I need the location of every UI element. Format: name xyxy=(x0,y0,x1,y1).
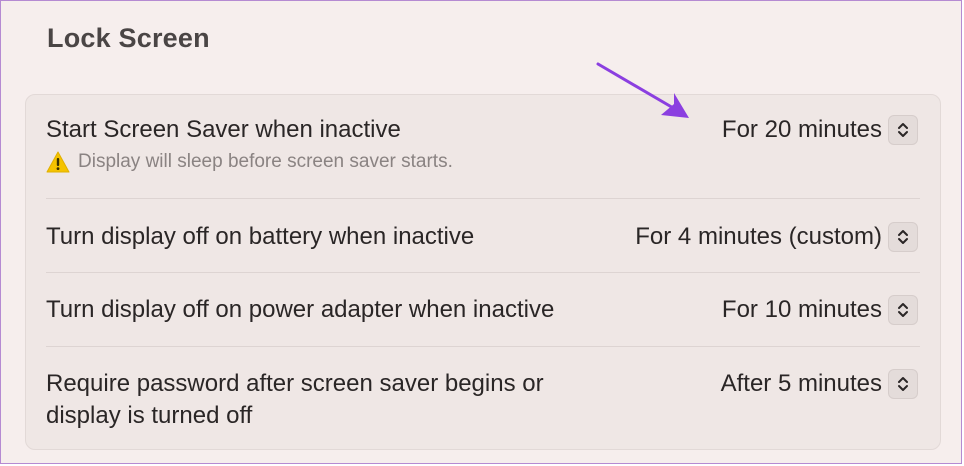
up-down-chevron-icon[interactable] xyxy=(888,115,918,145)
battery-value: For 4 minutes (custom) xyxy=(635,223,882,250)
screen-saver-label: Start Screen Saver when inactive xyxy=(46,116,401,143)
screen-saver-popup[interactable]: For 20 minutes xyxy=(722,115,918,145)
power-adapter-value: For 10 minutes xyxy=(721,296,882,323)
warning-text: Display will sleep before screen saver s… xyxy=(78,151,453,172)
row-screen-saver: Start Screen Saver when inactive Display… xyxy=(26,95,940,199)
row-battery: Turn display off on battery when inactiv… xyxy=(26,199,940,272)
settings-window: Lock Screen Start Screen Saver when inac… xyxy=(0,0,962,464)
require-password-popup[interactable]: After 5 minutes xyxy=(721,369,918,399)
battery-popup[interactable]: For 4 minutes (custom) xyxy=(635,222,918,252)
require-password-label: Require password after screen saver begi… xyxy=(46,368,544,432)
battery-label: Turn display off on battery when inactiv… xyxy=(46,223,475,250)
screen-saver-warning: Display will sleep before screen saver s… xyxy=(46,151,453,173)
lock-screen-panel: Start Screen Saver when inactive Display… xyxy=(25,94,941,450)
require-password-value: After 5 minutes xyxy=(720,370,882,397)
warning-triangle-icon xyxy=(46,151,70,173)
up-down-chevron-icon[interactable] xyxy=(888,369,918,399)
section-title: Lock Screen xyxy=(47,23,210,53)
power-adapter-label: Turn display off on power adapter when i… xyxy=(46,296,555,323)
up-down-chevron-icon[interactable] xyxy=(888,222,918,252)
up-down-chevron-icon[interactable] xyxy=(888,295,918,325)
row-power-adapter: Turn display off on power adapter when i… xyxy=(26,273,940,346)
power-adapter-popup[interactable]: For 10 minutes xyxy=(722,295,918,325)
screen-saver-value: For 20 minutes xyxy=(721,116,882,143)
require-password-label-line2: display is turned off xyxy=(46,402,253,429)
require-password-label-line1: Require password after screen saver begi… xyxy=(46,370,544,397)
row-require-password: Require password after screen saver begi… xyxy=(26,347,940,451)
annotation-arrow-icon xyxy=(596,62,689,118)
